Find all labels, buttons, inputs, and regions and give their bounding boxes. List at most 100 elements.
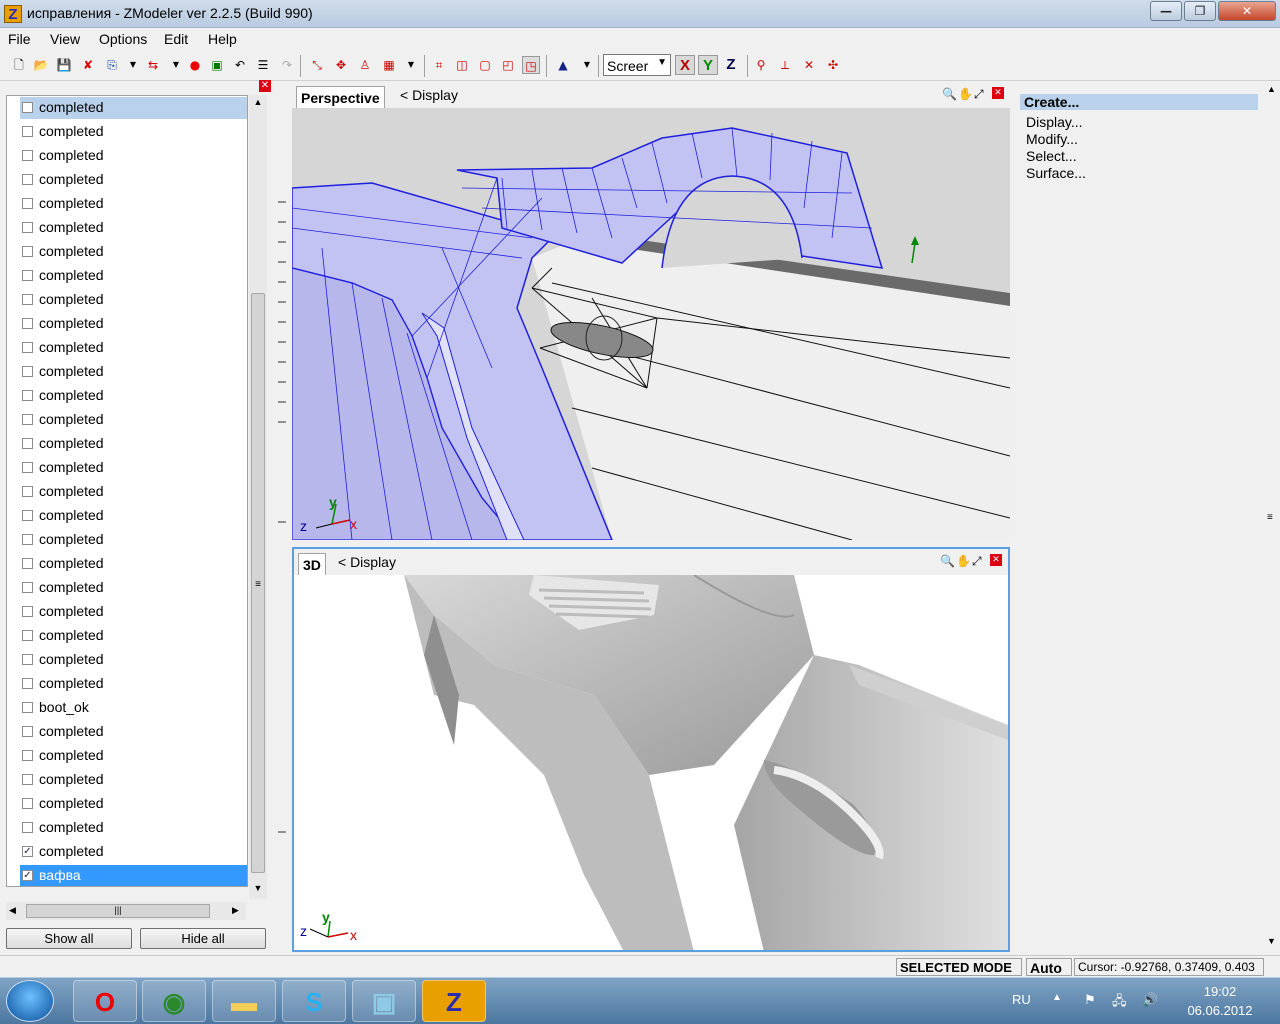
viewport-display-menu[interactable]: < Display [400, 87, 458, 103]
visibility-checkbox[interactable] [22, 366, 33, 377]
visibility-checkbox[interactable] [22, 150, 33, 161]
list-item[interactable]: completed [20, 169, 247, 191]
list-item[interactable]: boot_ok [20, 697, 247, 719]
viewport-display-menu[interactable]: < Display [338, 554, 396, 570]
visibility-checkbox[interactable] [22, 678, 33, 689]
action-center-flag-icon[interactable]: ⚑ [1084, 992, 1096, 1008]
visibility-checkbox[interactable]: ✓ [22, 846, 33, 857]
visibility-checkbox[interactable] [22, 342, 33, 353]
zmodeler-taskbar-icon[interactable]: Z [422, 980, 486, 1022]
list-item[interactable]: completed [20, 721, 247, 743]
skype-icon[interactable]: S [282, 980, 346, 1022]
list-item[interactable]: completed [20, 433, 247, 455]
light-icon[interactable]: ▲ [554, 56, 572, 74]
rotate-tool-icon[interactable]: ✣ [824, 56, 842, 74]
screen-mode-select[interactable]: Screer ▼ [603, 54, 671, 76]
visibility-checkbox[interactable] [22, 606, 33, 617]
scrollbar-thumb[interactable]: ≡ [251, 293, 265, 873]
visibility-checkbox[interactable] [22, 222, 33, 233]
chrome-icon[interactable]: ◉ [142, 980, 206, 1022]
dropdown-arrow-icon[interactable]: ▼ [402, 56, 420, 74]
menu-file[interactable]: File [8, 31, 31, 47]
list-item[interactable]: completed [20, 265, 247, 287]
list-item[interactable]: completed [20, 145, 247, 167]
visibility-checkbox[interactable] [22, 126, 33, 137]
import-icon[interactable]: ⎘ [103, 56, 121, 74]
hide-all-button[interactable]: Hide all [140, 928, 266, 949]
scroll-down-icon[interactable]: ▼ [251, 883, 265, 893]
list-item[interactable]: completed [20, 337, 247, 359]
record-icon[interactable]: ● [186, 56, 204, 74]
volume-icon[interactable]: 🔊 [1142, 992, 1158, 1008]
visibility-checkbox[interactable] [22, 630, 33, 641]
viewport-type-tab[interactable]: 3D [298, 553, 326, 575]
close-button[interactable]: ✕ [1218, 1, 1276, 21]
dropdown-arrow-icon[interactable]: ▼ [578, 56, 596, 74]
maximize-button[interactable]: ❐ [1184, 1, 1216, 21]
close-viewport-icon[interactable]: ✕ [992, 87, 1004, 99]
list-item[interactable]: ✓ completed [20, 841, 247, 863]
visibility-checkbox[interactable] [22, 750, 33, 761]
zmodeler-icon[interactable]: Z [4, 5, 22, 23]
dropdown-arrow-icon[interactable]: ▼ [167, 56, 185, 74]
maximize-viewport-icon[interactable]: ⤢ [972, 554, 982, 569]
command-display[interactable]: Display... [1026, 114, 1083, 130]
menu-options[interactable]: Options [99, 31, 147, 47]
snapshot-icon[interactable]: ▣ [208, 56, 226, 74]
delete-icon[interactable]: ✘ [79, 56, 97, 74]
visibility-checkbox[interactable] [22, 558, 33, 569]
list-item[interactable]: completed [20, 673, 247, 695]
show-all-button[interactable]: Show all [6, 928, 132, 949]
visibility-checkbox[interactable] [22, 198, 33, 209]
list-item[interactable]: completed [20, 121, 247, 143]
tray-expand-icon[interactable]: ▲ [1052, 992, 1062, 1003]
start-button[interactable] [6, 980, 54, 1022]
zoom-icon[interactable]: 🔍 [942, 87, 957, 101]
visibility-checkbox[interactable] [22, 462, 33, 473]
scroll-right-icon[interactable]: ▶ [232, 905, 239, 916]
person-tool-icon[interactable]: ♙ [356, 56, 374, 74]
network-icon[interactable]: 🖧 [1112, 992, 1127, 1014]
visibility-checkbox[interactable] [22, 582, 33, 593]
scroll-left-icon[interactable]: ◀ [9, 905, 16, 916]
list-item[interactable]: ✓ вафва [20, 865, 247, 886]
save-icon[interactable]: 💾 [55, 56, 73, 74]
list-item[interactable]: completed [20, 553, 247, 575]
image-viewer-icon[interactable]: ▣ [352, 980, 416, 1022]
taskbar-clock[interactable]: 19:02 06.06.2012 [1180, 982, 1260, 1020]
scroll-up-icon[interactable]: ▲ [1267, 84, 1276, 94]
open-folder-icon[interactable]: 📂 [32, 56, 50, 74]
visibility-checkbox[interactable] [22, 486, 33, 497]
command-surface[interactable]: Surface... [1026, 165, 1086, 181]
list-item[interactable]: completed [20, 289, 247, 311]
maximize-viewport-icon[interactable]: ⤢ [974, 87, 984, 102]
list-item[interactable]: completed [20, 745, 247, 767]
menu-edit[interactable]: Edit [164, 31, 188, 47]
list-item[interactable]: completed [20, 793, 247, 815]
list-item[interactable]: completed [20, 385, 247, 407]
viewport-splitter[interactable] [274, 82, 290, 954]
scale-tool-icon[interactable]: ✕ [800, 56, 818, 74]
visibility-checkbox[interactable] [22, 534, 33, 545]
viewport-perspective[interactable]: Perspective < Display 🔍 ✋ ⤢ ✕ y x z [292, 82, 1010, 540]
scroll-down-icon[interactable]: ▼ [1267, 936, 1276, 946]
visibility-checkbox[interactable] [22, 654, 33, 665]
new-file-icon[interactable]: 🗋 [10, 56, 28, 74]
list-item[interactable]: completed [20, 817, 247, 839]
command-select[interactable]: Select... [1026, 148, 1077, 164]
visibility-checkbox[interactable] [22, 174, 33, 185]
axis-y-toggle[interactable]: Y [698, 55, 718, 75]
close-panel-icon[interactable]: ✕ [259, 80, 271, 92]
visibility-checkbox[interactable] [22, 438, 33, 449]
hscrollbar-thumb[interactable]: ||| [26, 904, 210, 918]
visibility-checkbox[interactable] [22, 702, 33, 713]
command-modify[interactable]: Modify... [1026, 131, 1078, 147]
list-item[interactable]: completed [20, 409, 247, 431]
close-viewport-icon[interactable]: ✕ [990, 554, 1002, 566]
select-tool-icon[interactable]: ⤡ [308, 56, 326, 74]
visibility-checkbox[interactable] [22, 510, 33, 521]
visibility-checkbox[interactable] [22, 246, 33, 257]
list-item[interactable]: completed [20, 241, 247, 263]
scroll-up-icon[interactable]: ▲ [251, 97, 265, 107]
visibility-checkbox[interactable] [22, 294, 33, 305]
